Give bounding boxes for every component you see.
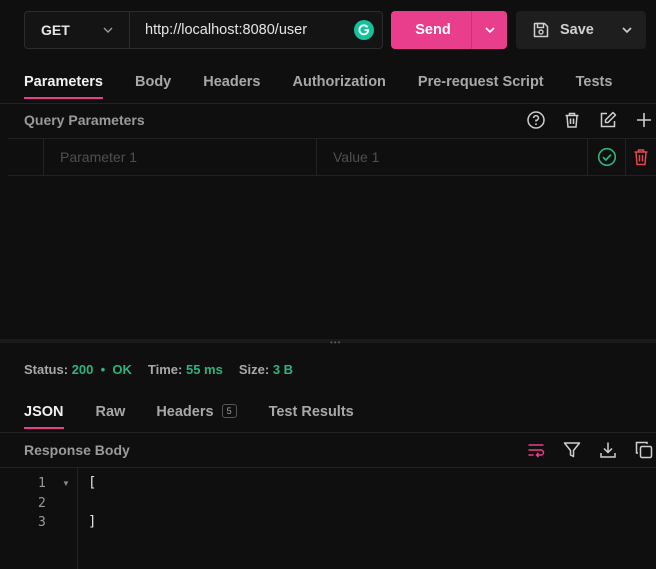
tab-tests[interactable]: Tests — [576, 74, 613, 90]
param-key-input[interactable] — [44, 149, 316, 165]
code-line: ] — [88, 514, 97, 530]
request-bar: GET http://localhost:8080/user — [24, 11, 383, 49]
plus-icon[interactable] — [632, 108, 656, 132]
status-label: Status: — [24, 362, 69, 377]
method-select[interactable]: GET — [24, 11, 130, 49]
tab-json[interactable]: JSON — [24, 404, 64, 429]
chevron-down-icon[interactable] — [620, 23, 634, 37]
request-tabs: Parameters Body Headers Authorization Pr… — [24, 74, 644, 99]
response-toolbar — [524, 438, 656, 462]
line-number: 2 — [38, 496, 46, 511]
tab-raw[interactable]: Raw — [96, 404, 126, 420]
status-separator: • — [100, 362, 106, 377]
tab-body[interactable]: Body — [135, 74, 171, 90]
query-param-row — [8, 138, 656, 176]
chevron-down-icon — [103, 27, 113, 33]
time-label: Time: — [147, 362, 183, 377]
send-button[interactable]: Send — [391, 11, 507, 49]
tab-parameters[interactable]: Parameters — [24, 74, 103, 99]
code-line: [ — [88, 475, 97, 491]
wrap-lines-icon[interactable] — [524, 438, 548, 462]
response-tabs-divider — [0, 432, 656, 433]
send-dropdown[interactable] — [471, 11, 507, 49]
param-drag-handle[interactable] — [8, 139, 44, 175]
edit-icon[interactable] — [596, 108, 620, 132]
status-text: OK — [112, 362, 132, 377]
check-circle-icon[interactable] — [597, 147, 617, 167]
param-key-cell — [44, 139, 317, 175]
param-value-cell — [317, 139, 588, 175]
response-status: Status: 200 • OK Time: 55 ms Size: 3 B — [24, 362, 293, 377]
grip-icon: ••• — [330, 338, 342, 347]
size-value: 3 B — [272, 362, 294, 377]
pane-resize-handle[interactable] — [0, 339, 656, 343]
tab-response-headers[interactable]: Headers 5 — [156, 404, 237, 420]
response-code-viewer[interactable]: 1 ▼ 2 3 [ ] — [0, 468, 656, 569]
help-icon[interactable] — [524, 108, 548, 132]
save-button[interactable]: Save — [516, 11, 646, 49]
tab-response-headers-label: Headers — [156, 404, 214, 420]
save-label: Save — [560, 22, 594, 38]
copy-icon[interactable] — [632, 438, 656, 462]
status-code: 200 — [71, 362, 94, 377]
line-number-gutter: 1 ▼ 2 3 — [0, 468, 78, 569]
time-value: 55 ms — [185, 362, 223, 377]
chevron-down-icon — [484, 27, 495, 34]
response-tabs: JSON Raw Headers 5 Test Results — [24, 404, 354, 429]
method-value: GET — [41, 22, 70, 38]
trash-icon[interactable] — [632, 147, 650, 167]
url-input[interactable]: http://localhost:8080/user — [130, 11, 383, 49]
tab-headers[interactable]: Headers — [203, 74, 260, 90]
response-body-title: Response Body — [24, 442, 130, 458]
tabs-divider — [0, 103, 656, 104]
tab-authorization[interactable]: Authorization — [292, 74, 385, 90]
line-number: 3 — [38, 515, 46, 530]
query-params-toolbar — [524, 108, 656, 132]
tab-test-results[interactable]: Test Results — [269, 404, 354, 420]
save-icon — [533, 22, 549, 38]
grammarly-icon[interactable] — [354, 20, 374, 40]
param-enable-cell — [588, 139, 626, 175]
filter-icon[interactable] — [560, 438, 584, 462]
url-value: http://localhost:8080/user — [145, 22, 308, 38]
trash-icon[interactable] — [560, 108, 584, 132]
size-label: Size: — [238, 362, 270, 377]
line-number: 1 — [38, 476, 46, 491]
send-label: Send — [415, 22, 451, 38]
param-value-input[interactable] — [317, 149, 587, 165]
param-delete-cell — [626, 139, 656, 175]
headers-count-badge: 5 — [221, 404, 237, 418]
query-params-title: Query Parameters — [24, 112, 145, 128]
fold-arrow-icon[interactable]: ▼ — [62, 479, 70, 488]
download-icon[interactable] — [596, 438, 620, 462]
tab-pre-request-script[interactable]: Pre-request Script — [418, 74, 544, 90]
